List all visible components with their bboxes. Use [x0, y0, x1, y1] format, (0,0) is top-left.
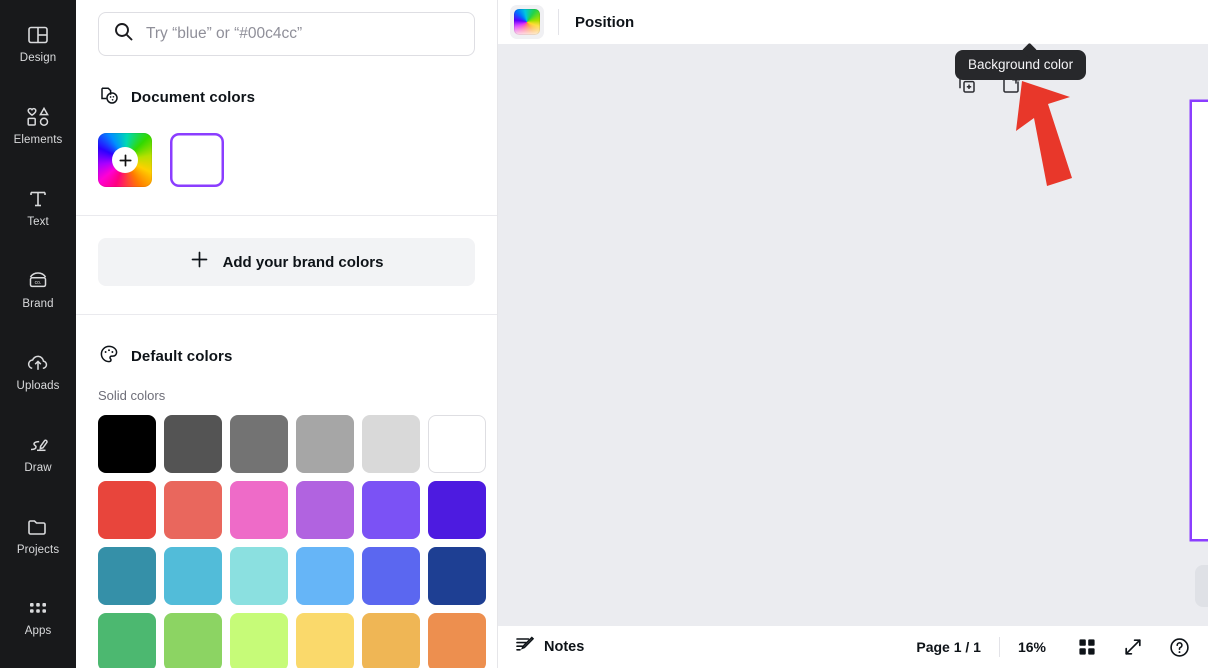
color-swatch[interactable] [296, 547, 354, 605]
zoom-level[interactable]: 16% [1018, 639, 1046, 655]
add-color-swatch[interactable] [98, 133, 152, 187]
document-colors-section: Document colors [76, 84, 497, 187]
default-colors-section: Default colors Solid colors [76, 343, 497, 668]
bottom-toolbar-right: Page 1 / 1 16% [916, 630, 1208, 664]
color-swatch[interactable] [230, 481, 288, 539]
document-colors-swatches [98, 133, 475, 187]
page-indicator[interactable]: Page 1 / 1 [916, 639, 981, 655]
design-icon [25, 22, 51, 48]
color-swatch[interactable] [428, 613, 486, 668]
color-swatch[interactable] [362, 547, 420, 605]
background-color-tooltip: Background color [955, 50, 1087, 80]
panel-divider-1 [76, 215, 497, 216]
solid-colors-label: Solid colors [98, 388, 166, 403]
help-icon[interactable] [1162, 630, 1196, 664]
sidebar-item-label: Elements [13, 133, 63, 146]
color-swatch[interactable] [230, 547, 288, 605]
left-sidebar: Design Elements Text co. Brand Uploads D… [0, 0, 76, 668]
search-icon [113, 21, 134, 47]
color-swatch[interactable] [230, 415, 288, 473]
color-swatch[interactable] [428, 481, 486, 539]
uploads-icon [24, 350, 52, 376]
sidebar-item-apps[interactable]: Apps [0, 576, 76, 658]
color-chip-icon [514, 9, 540, 35]
sidebar-item-uploads[interactable]: Uploads [0, 330, 76, 412]
panel-divider-2 [76, 314, 497, 315]
sidebar-item-text[interactable]: Text [0, 166, 76, 248]
sidebar-item-label: Projects [16, 543, 60, 556]
color-swatch[interactable] [428, 415, 486, 473]
color-swatch[interactable] [428, 547, 486, 605]
document-colors-header: Document colors [98, 84, 475, 111]
notes-button[interactable]: Notes [514, 634, 584, 660]
color-swatch[interactable] [98, 547, 156, 605]
background-color-button[interactable] [510, 5, 544, 39]
text-icon [25, 186, 51, 212]
plus-icon [190, 250, 209, 274]
projects-icon [25, 514, 51, 540]
default-colors-title: Default colors [131, 348, 233, 365]
color-swatch[interactable] [362, 481, 420, 539]
sidebar-item-draw[interactable]: Draw [0, 412, 76, 494]
toolbar-separator [558, 9, 559, 35]
grid-view-icon[interactable] [1070, 630, 1104, 664]
position-button[interactable]: Position [575, 14, 634, 31]
color-swatch[interactable] [98, 481, 156, 539]
add-page-button[interactable]: + Add page [1195, 565, 1208, 607]
bottom-separator [998, 637, 1000, 657]
fullscreen-icon[interactable] [1116, 630, 1150, 664]
color-swatch[interactable] [362, 415, 420, 473]
sidebar-item-label: Design [19, 51, 57, 64]
color-swatch[interactable] [164, 547, 222, 605]
default-colors-header: Default colors [98, 343, 475, 370]
add-brand-colors-button[interactable]: Add your brand colors [98, 238, 475, 286]
notes-pencil-icon [514, 634, 535, 660]
search-box[interactable] [98, 12, 475, 56]
color-panel: Document colors [76, 0, 498, 668]
editor-toolbar: Position [498, 0, 1208, 44]
sidebar-item-design[interactable]: Design [0, 2, 76, 84]
sidebar-item-label: Text [27, 215, 49, 228]
apps-icon [26, 597, 50, 621]
sidebar-item-projects[interactable]: Projects [0, 494, 76, 576]
bottom-toolbar: Notes Page 1 / 1 16% [498, 626, 1208, 668]
document-color-swatch[interactable] [170, 133, 224, 187]
sidebar-item-label: Brand [22, 297, 54, 310]
elements-icon [24, 104, 52, 130]
draw-icon [24, 432, 52, 458]
default-colors-grid [98, 415, 486, 668]
color-swatch[interactable] [296, 613, 354, 668]
canvas-page[interactable] [1192, 102, 1208, 539]
document-colors-icon [98, 84, 120, 111]
color-swatch[interactable] [362, 613, 420, 668]
plus-icon [112, 147, 138, 173]
sidebar-item-brand[interactable]: co. Brand [0, 248, 76, 330]
color-swatch[interactable] [296, 415, 354, 473]
sidebar-item-label: Uploads [16, 379, 60, 392]
sidebar-item-label: Draw [24, 461, 52, 474]
palette-icon [98, 343, 120, 370]
color-swatch[interactable] [296, 481, 354, 539]
add-brand-colors-label: Add your brand colors [222, 253, 384, 271]
sidebar-item-elements[interactable]: Elements [0, 84, 76, 166]
search-input[interactable] [146, 25, 460, 43]
color-swatch[interactable] [98, 415, 156, 473]
notes-label: Notes [544, 639, 585, 655]
color-swatch[interactable] [164, 415, 222, 473]
editor-area: Position Background color Notes Page 1 /… [498, 0, 1208, 668]
canva-editor: Design Elements Text co. Brand Uploads D… [0, 0, 1208, 668]
color-swatch[interactable] [230, 613, 288, 668]
red-arrow-annotation [1010, 78, 1098, 193]
color-swatch[interactable] [164, 613, 222, 668]
svg-text:co.: co. [35, 280, 42, 286]
color-swatch[interactable] [98, 613, 156, 668]
sidebar-item-label: Apps [24, 624, 52, 637]
color-swatch[interactable] [164, 481, 222, 539]
brand-icon: co. [24, 268, 52, 294]
document-colors-title: Document colors [131, 89, 256, 106]
search-container [76, 0, 497, 56]
